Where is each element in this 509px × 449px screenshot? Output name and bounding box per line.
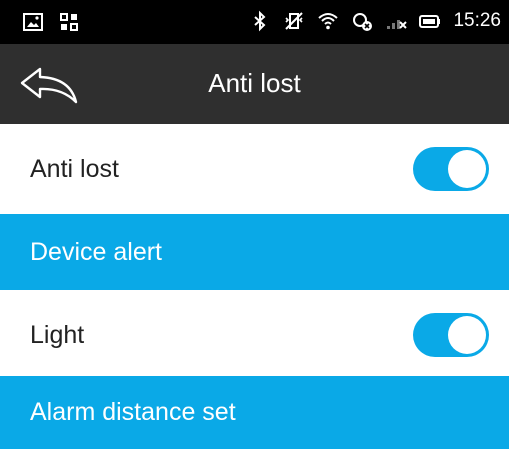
device-alert-button[interactable]: Device alert — [0, 214, 509, 290]
wifi-icon — [317, 10, 339, 32]
anti-lost-toggle[interactable] — [413, 147, 489, 191]
setting-row-light: Light — [0, 290, 509, 380]
clock-time: 15:26 — [453, 10, 501, 31]
signal-icon — [385, 10, 408, 32]
setting-label-light: Light — [30, 320, 85, 349]
alarm-distance-set-button[interactable]: Alarm distance set — [0, 376, 509, 449]
light-toggle[interactable] — [413, 313, 489, 357]
sync-error-icon — [351, 10, 373, 32]
status-bar-left — [22, 11, 80, 33]
toggle-knob — [448, 150, 486, 188]
grid-icon — [58, 11, 80, 33]
battery-icon — [419, 10, 441, 32]
toggle-knob — [448, 316, 486, 354]
status-bar-right: 15:26 — [249, 9, 501, 33]
app-bar: Anti lost — [0, 44, 509, 124]
setting-label-device-alert: Device alert — [30, 237, 162, 266]
setting-label-alarm-distance: Alarm distance set — [30, 398, 236, 426]
setting-row-anti-lost: Anti lost — [0, 124, 509, 214]
vibrate-icon — [283, 10, 305, 32]
bluetooth-icon — [249, 10, 271, 32]
image-icon — [22, 11, 44, 33]
setting-label-anti-lost: Anti lost — [30, 154, 119, 183]
page-title: Anti lost — [208, 68, 301, 98]
status-bar: 15:26 — [0, 0, 509, 44]
